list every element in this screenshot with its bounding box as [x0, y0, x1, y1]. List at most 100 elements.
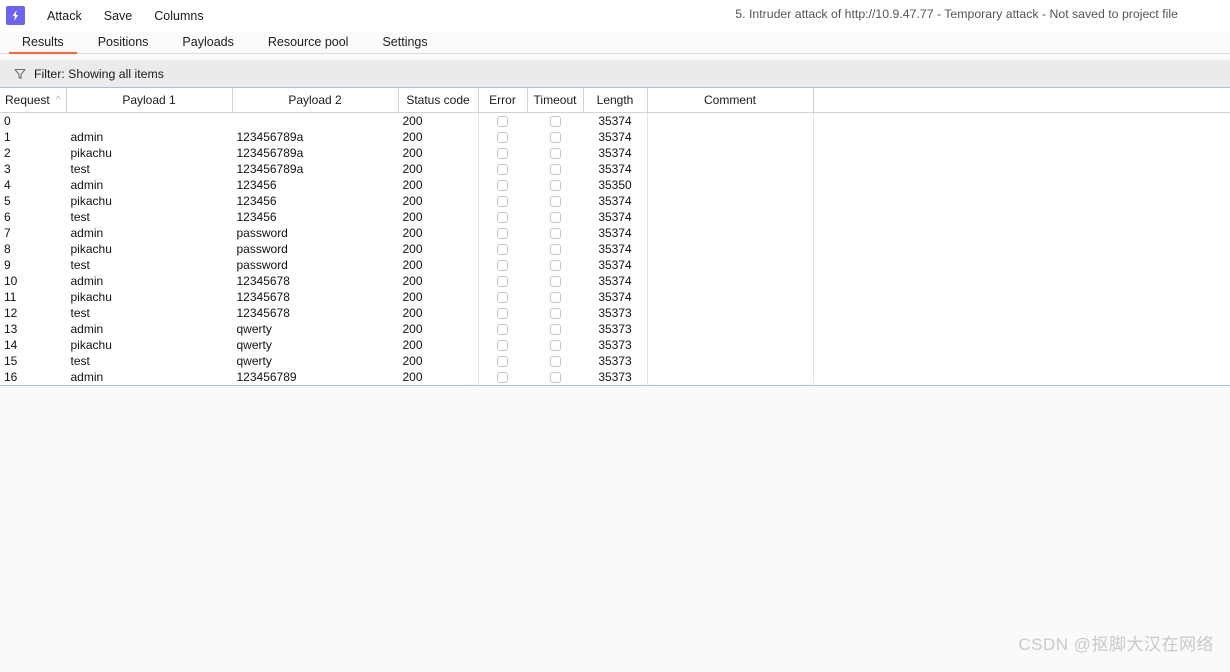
timeout-checkbox[interactable] — [549, 227, 561, 239]
cell-timeout — [527, 241, 583, 257]
cell-payload1: admin — [70, 369, 104, 384]
filter-bar[interactable]: Filter: Showing all items — [0, 60, 1230, 87]
cell-error — [478, 225, 527, 241]
timeout-checkbox[interactable] — [549, 323, 561, 335]
cell-payload2: 123456789a — [236, 161, 304, 176]
timeout-checkbox[interactable] — [549, 195, 561, 207]
table-row[interactable]: 13 admin qwerty 200 35373 — [0, 320, 1230, 337]
cell-status-code: 200 — [398, 288, 479, 305]
timeout-checkbox[interactable] — [549, 115, 561, 127]
cell-payload2 — [232, 112, 398, 129]
cell-error — [478, 209, 527, 225]
cell-length: 35374 — [583, 144, 648, 161]
column-header-status-code[interactable]: Status code — [398, 88, 479, 113]
timeout-checkbox[interactable] — [549, 355, 561, 367]
error-checkbox[interactable] — [497, 163, 508, 175]
column-header-timeout[interactable]: Timeout — [527, 88, 584, 113]
cell-filler — [813, 241, 1230, 257]
timeout-checkbox[interactable] — [549, 211, 561, 223]
error-checkbox[interactable] — [497, 243, 508, 255]
cell-status-code: 200 — [398, 240, 479, 257]
timeout-checkbox[interactable] — [549, 371, 561, 383]
cell-payload2: qwerty — [236, 353, 272, 368]
cell-comment — [647, 112, 814, 129]
column-header-length[interactable]: Length — [583, 88, 648, 113]
table-row[interactable]: 10 admin 12345678 200 35374 — [0, 272, 1230, 289]
table-row[interactable]: 0 200 35374 — [0, 112, 1230, 129]
cell-comment — [647, 240, 814, 257]
error-checkbox[interactable] — [497, 323, 508, 335]
error-checkbox[interactable] — [497, 371, 508, 383]
timeout-checkbox[interactable] — [549, 339, 561, 351]
error-checkbox[interactable] — [497, 355, 508, 367]
tab-positions[interactable]: Positions — [81, 35, 166, 53]
timeout-checkbox[interactable] — [549, 275, 561, 287]
column-header-payload2[interactable]: Payload 2 — [232, 88, 399, 113]
cell-request: 16 — [4, 369, 18, 384]
table-row[interactable]: 16 admin 123456789 200 35373 — [0, 368, 1230, 385]
error-checkbox[interactable] — [497, 179, 508, 191]
table-row[interactable]: 14 pikachu qwerty 200 35373 — [0, 336, 1230, 353]
table-row[interactable]: 6 test 123456 200 35374 — [0, 208, 1230, 225]
timeout-checkbox[interactable] — [549, 131, 561, 143]
cell-timeout — [527, 337, 583, 353]
column-header-payload1[interactable]: Payload 1 — [66, 88, 233, 113]
filter-label: Filter: Showing all items — [34, 66, 164, 81]
table-row[interactable]: 15 test qwerty 200 35373 — [0, 352, 1230, 369]
table-row[interactable]: 9 test password 200 35374 — [0, 256, 1230, 273]
timeout-checkbox[interactable] — [549, 147, 561, 159]
error-checkbox[interactable] — [497, 307, 508, 319]
timeout-checkbox[interactable] — [549, 291, 561, 303]
cell-comment — [647, 128, 814, 145]
tab-results[interactable]: Results — [5, 35, 81, 54]
column-header-error[interactable]: Error — [478, 88, 528, 113]
menu-item-attack[interactable]: Attack — [36, 6, 93, 26]
error-checkbox[interactable] — [497, 115, 508, 127]
error-checkbox[interactable] — [497, 147, 508, 159]
cell-timeout — [527, 353, 583, 369]
tab-strip: Results Positions Payloads Resource pool… — [0, 31, 1230, 54]
tab-payloads[interactable]: Payloads — [165, 35, 250, 53]
error-checkbox[interactable] — [497, 339, 508, 351]
tab-settings[interactable]: Settings — [365, 35, 444, 53]
timeout-checkbox[interactable] — [549, 307, 561, 319]
cell-filler — [813, 161, 1230, 177]
error-checkbox[interactable] — [497, 259, 508, 271]
cell-request: 7 — [4, 225, 11, 240]
column-header-request[interactable]: Request ^ — [0, 88, 67, 113]
tab-resource-pool[interactable]: Resource pool — [251, 35, 366, 53]
error-checkbox[interactable] — [497, 227, 508, 239]
table-row[interactable]: 8 pikachu password 200 35374 — [0, 240, 1230, 257]
menu-item-columns[interactable]: Columns — [143, 6, 214, 26]
cell-payload1: test — [70, 161, 90, 176]
cell-timeout — [527, 161, 583, 177]
burp-lightning-icon[interactable] — [6, 6, 25, 25]
error-checkbox[interactable] — [497, 275, 508, 287]
table-row[interactable]: 7 admin password 200 35374 — [0, 224, 1230, 241]
error-checkbox[interactable] — [497, 291, 508, 303]
table-row[interactable]: 3 test 123456789a 200 35374 — [0, 160, 1230, 177]
cell-timeout — [527, 225, 583, 241]
table-row[interactable]: 4 admin 123456 200 35350 — [0, 176, 1230, 193]
error-checkbox[interactable] — [497, 211, 508, 223]
cell-length: 35374 — [583, 272, 648, 289]
cell-payload2: password — [236, 225, 288, 240]
column-header-comment[interactable]: Comment — [647, 88, 814, 113]
cell-status-code: 200 — [398, 176, 479, 193]
cell-comment — [647, 144, 814, 161]
table-row[interactable]: 11 pikachu 12345678 200 35374 — [0, 288, 1230, 305]
timeout-checkbox[interactable] — [549, 163, 561, 175]
cell-error — [478, 353, 527, 369]
error-checkbox[interactable] — [497, 131, 508, 143]
table-row[interactable]: 2 pikachu 123456789a 200 35374 — [0, 144, 1230, 161]
table-row[interactable]: 1 admin 123456789a 200 35374 — [0, 128, 1230, 145]
table-row[interactable]: 12 test 12345678 200 35373 — [0, 304, 1230, 321]
timeout-checkbox[interactable] — [549, 243, 561, 255]
timeout-checkbox[interactable] — [549, 179, 561, 191]
menu-item-save[interactable]: Save — [93, 6, 144, 26]
timeout-checkbox[interactable] — [549, 259, 561, 271]
cell-request: 9 — [4, 257, 11, 272]
cell-request: 14 — [4, 337, 18, 352]
table-row[interactable]: 5 pikachu 123456 200 35374 — [0, 192, 1230, 209]
error-checkbox[interactable] — [497, 195, 508, 207]
